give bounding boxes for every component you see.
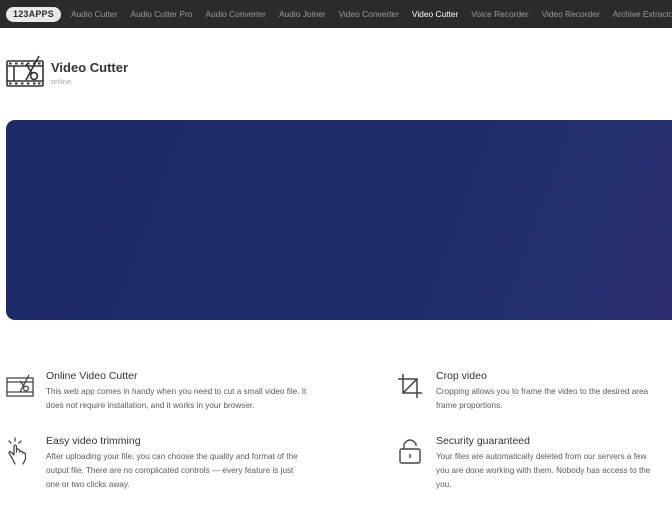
nav-item-voice-recorder[interactable]: Voice Recorder (471, 9, 528, 19)
hand-pointer-icon (8, 437, 27, 465)
film-scissors-icon (6, 374, 34, 397)
feature-description: After uploading your file, you can choos… (46, 452, 298, 489)
page-title: Video Cutter (51, 60, 129, 75)
nav-item-archive-extractor[interactable]: Archive Extractor (613, 9, 672, 19)
top-nav-bar: 123APPS Audio Cutter Audio Cutter Pro Au… (0, 0, 672, 28)
feature-crop-video: Crop video Cropping allows you to frame … (396, 370, 649, 413)
feature-online-video-cutter: Online Video Cutter This web app comes i… (6, 370, 307, 413)
apps-nav: Audio Cutter Audio Cutter Pro Audio Conv… (71, 9, 672, 19)
crop-icon (398, 374, 422, 398)
nav-item-video-cutter[interactable]: Video Cutter (412, 9, 458, 19)
feature-title: Security guaranteed (436, 435, 530, 447)
feature-title: Crop video (436, 370, 487, 382)
brand-logo[interactable]: 123APPS (6, 6, 61, 22)
nav-item-audio-cutter-pro[interactable]: Audio Cutter Pro (131, 9, 193, 19)
feature-description: Cropping allows you to frame the video t… (436, 387, 649, 410)
feature-easy-video-trimming: Easy video trimming After uploading your… (6, 435, 298, 492)
nav-item-video-converter[interactable]: Video Converter (339, 9, 399, 19)
nav-item-audio-cutter[interactable]: Audio Cutter (71, 9, 118, 19)
app-header: Video Cutter online (6, 52, 128, 90)
nav-item-audio-joiner[interactable]: Audio Joiner (279, 9, 326, 19)
lock-icon (399, 439, 421, 464)
page-subtitle: online (51, 77, 72, 86)
video-upload-panel[interactable] (6, 120, 672, 320)
feature-title: Online Video Cutter (46, 370, 138, 382)
feature-security-guaranteed: Security guaranteed Your files are autom… (396, 435, 651, 492)
feature-description: This web app comes in handy when you nee… (46, 387, 307, 410)
film-scissors-icon (6, 55, 44, 87)
feature-description: Your files are automatically deleted fro… (436, 452, 651, 489)
nav-item-video-recorder[interactable]: Video Recorder (542, 9, 600, 19)
feature-title: Easy video trimming (46, 435, 141, 447)
nav-item-audio-converter[interactable]: Audio Converter (205, 9, 266, 19)
